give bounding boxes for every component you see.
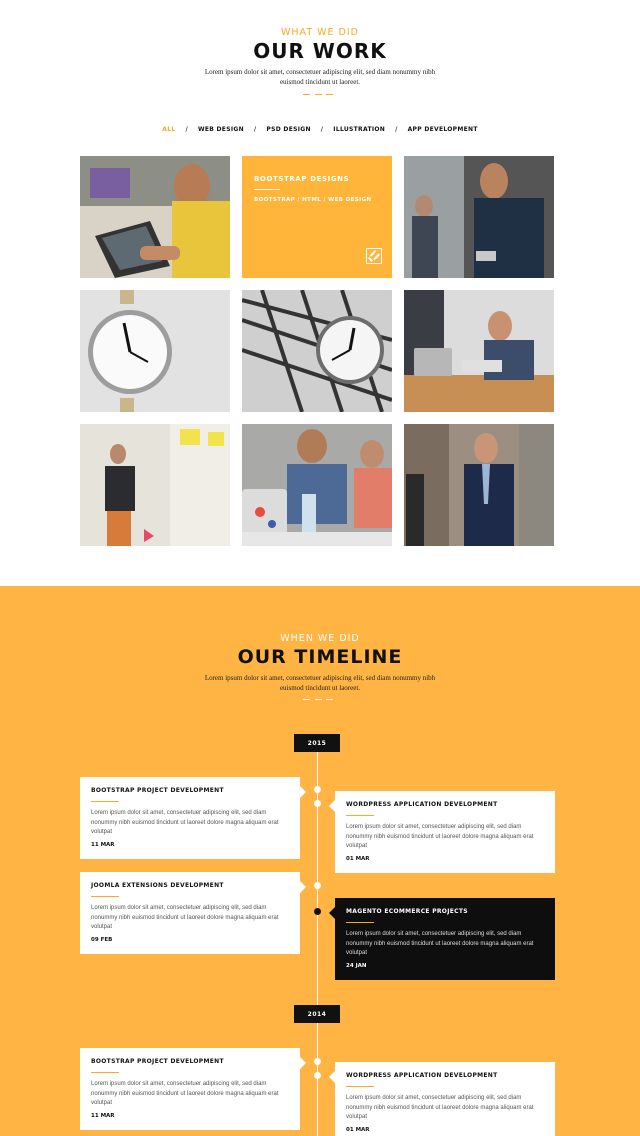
page: WHAT WE DID OUR WORK Lorem ipsum dolor s…: [0, 0, 640, 1136]
link-icon[interactable]: [366, 248, 382, 264]
portfolio-item[interactable]: [242, 424, 392, 546]
timeline-dot: [314, 1058, 321, 1065]
timeline-title: OUR TIMELINE: [237, 646, 403, 668]
photo-designer-tablet: [80, 156, 230, 278]
photo-man-suit: [404, 424, 554, 546]
timeline-dot: [314, 882, 321, 889]
timeline-card[interactable]: BOOTSTRAP PROJECT DEVELOPMENT Lorem ipsu…: [80, 777, 306, 859]
portfolio-item[interactable]: [80, 424, 230, 546]
card-body: Lorem ipsum dolor sit amet, consectetuer…: [346, 931, 534, 956]
timeline-lead: Lorem ipsum dolor sit amet, consectetuer…: [204, 674, 436, 692]
featured-title: BOOTSTRAP DESIGNS: [254, 175, 350, 183]
card-body: Lorem ipsum dolor sit amet, consectetuer…: [91, 810, 279, 835]
card-date: 01 MAR: [346, 1126, 370, 1133]
featured-divider: [254, 189, 280, 190]
year-label-2015: 2015: [294, 734, 340, 752]
timeline-dot: [314, 800, 321, 807]
featured-subtitle: BOOTSTRAP / HTML / WEB DESIGN: [254, 197, 372, 203]
photo-man-office: [80, 424, 230, 546]
card-title: MAGENTO ECOMMERCE PROJECTS: [346, 908, 468, 915]
filter-separator: /: [253, 126, 257, 133]
work-section: WHAT WE DID OUR WORK Lorem ipsum dolor s…: [0, 0, 640, 586]
card-date: 01 MAR: [346, 855, 370, 862]
work-lead: Lorem ipsum dolor sit amet, consectetuer…: [204, 68, 436, 86]
portfolio-item[interactable]: [404, 424, 554, 546]
card-title: WORDPRESS APPLICATION DEVELOPMENT: [346, 801, 498, 808]
filter-separator: /: [320, 126, 324, 133]
timeline-card[interactable]: BOOTSTRAP PROJECT DEVELOPMENT Lorem ipsu…: [80, 1048, 306, 1130]
photo-man-phone: [404, 156, 554, 278]
filter-app-development[interactable]: APP DEVELOPMENT: [402, 126, 484, 133]
timeline-dot-active: [314, 908, 321, 915]
photo-wall-clock: [80, 290, 230, 412]
card-body: Lorem ipsum dolor sit amet, consectetuer…: [346, 1095, 534, 1120]
photo-station-clock: [242, 290, 392, 412]
photo-man-laptop: [404, 290, 554, 412]
card-title: BOOTSTRAP PROJECT DEVELOPMENT: [91, 787, 224, 794]
filter-separator: /: [395, 126, 398, 133]
card-date: 11 MAR: [91, 841, 115, 848]
card-title: JOOMLA EXTENSIONS DEVELOPMENT: [91, 882, 224, 889]
card-date: 11 MAR: [91, 1112, 115, 1119]
portfolio-item[interactable]: [404, 290, 554, 412]
work-kicker: WHAT WE DID: [281, 27, 359, 38]
timeline-divider: [303, 699, 333, 701]
work-divider: [303, 94, 333, 96]
card-date: 09 FEB: [91, 936, 113, 943]
timeline-card[interactable]: WORDPRESS APPLICATION DEVELOPMENT Lorem …: [329, 791, 555, 873]
year-label-2014: 2014: [294, 1005, 340, 1023]
filter-illustration[interactable]: ILLUSTRATION: [327, 126, 391, 133]
timeline-dot: [314, 786, 321, 793]
portfolio-grid: BOOTSTRAP DESIGNS BOOTSTRAP / HTML / WEB…: [80, 156, 555, 546]
card-title: BOOTSTRAP PROJECT DEVELOPMENT: [91, 1058, 224, 1065]
featured-portfolio-item[interactable]: BOOTSTRAP DESIGNS BOOTSTRAP / HTML / WEB…: [242, 156, 392, 278]
timeline-dot: [314, 1072, 321, 1079]
card-body: Lorem ipsum dolor sit amet, consectetuer…: [346, 824, 534, 849]
work-title: OUR WORK: [253, 39, 387, 63]
timeline-card[interactable]: JOOMLA EXTENSIONS DEVELOPMENT Lorem ipsu…: [80, 872, 306, 954]
card-date: 24 JAN: [346, 962, 367, 969]
timeline-kicker: WHEN WE DID: [280, 633, 360, 644]
filter-web-design[interactable]: WEB DESIGN: [192, 126, 250, 133]
timeline-card-active[interactable]: MAGENTO ECOMMERCE PROJECTS Lorem ipsum d…: [329, 898, 555, 980]
portfolio-item[interactable]: [242, 290, 392, 412]
portfolio-filters: ALL / WEB DESIGN / PSD DESIGN / ILLUSTRA…: [0, 126, 640, 133]
portfolio-item[interactable]: [404, 156, 554, 278]
card-body: Lorem ipsum dolor sit amet, consectetuer…: [91, 905, 279, 930]
timeline-section: WHEN WE DID OUR TIMELINE Lorem ipsum dol…: [0, 586, 640, 1136]
filter-psd-design[interactable]: PSD DESIGN: [260, 126, 316, 133]
filter-separator: /: [185, 126, 188, 133]
filter-all[interactable]: ALL: [156, 126, 181, 133]
portfolio-item[interactable]: [80, 290, 230, 412]
photo-team-meeting: [242, 424, 392, 546]
timeline-card[interactable]: WORDPRESS APPLICATION DEVELOPMENT Lorem …: [329, 1062, 555, 1136]
portfolio-item[interactable]: [80, 156, 230, 278]
card-title: WORDPRESS APPLICATION DEVELOPMENT: [346, 1072, 498, 1079]
card-body: Lorem ipsum dolor sit amet, consectetuer…: [91, 1081, 279, 1106]
